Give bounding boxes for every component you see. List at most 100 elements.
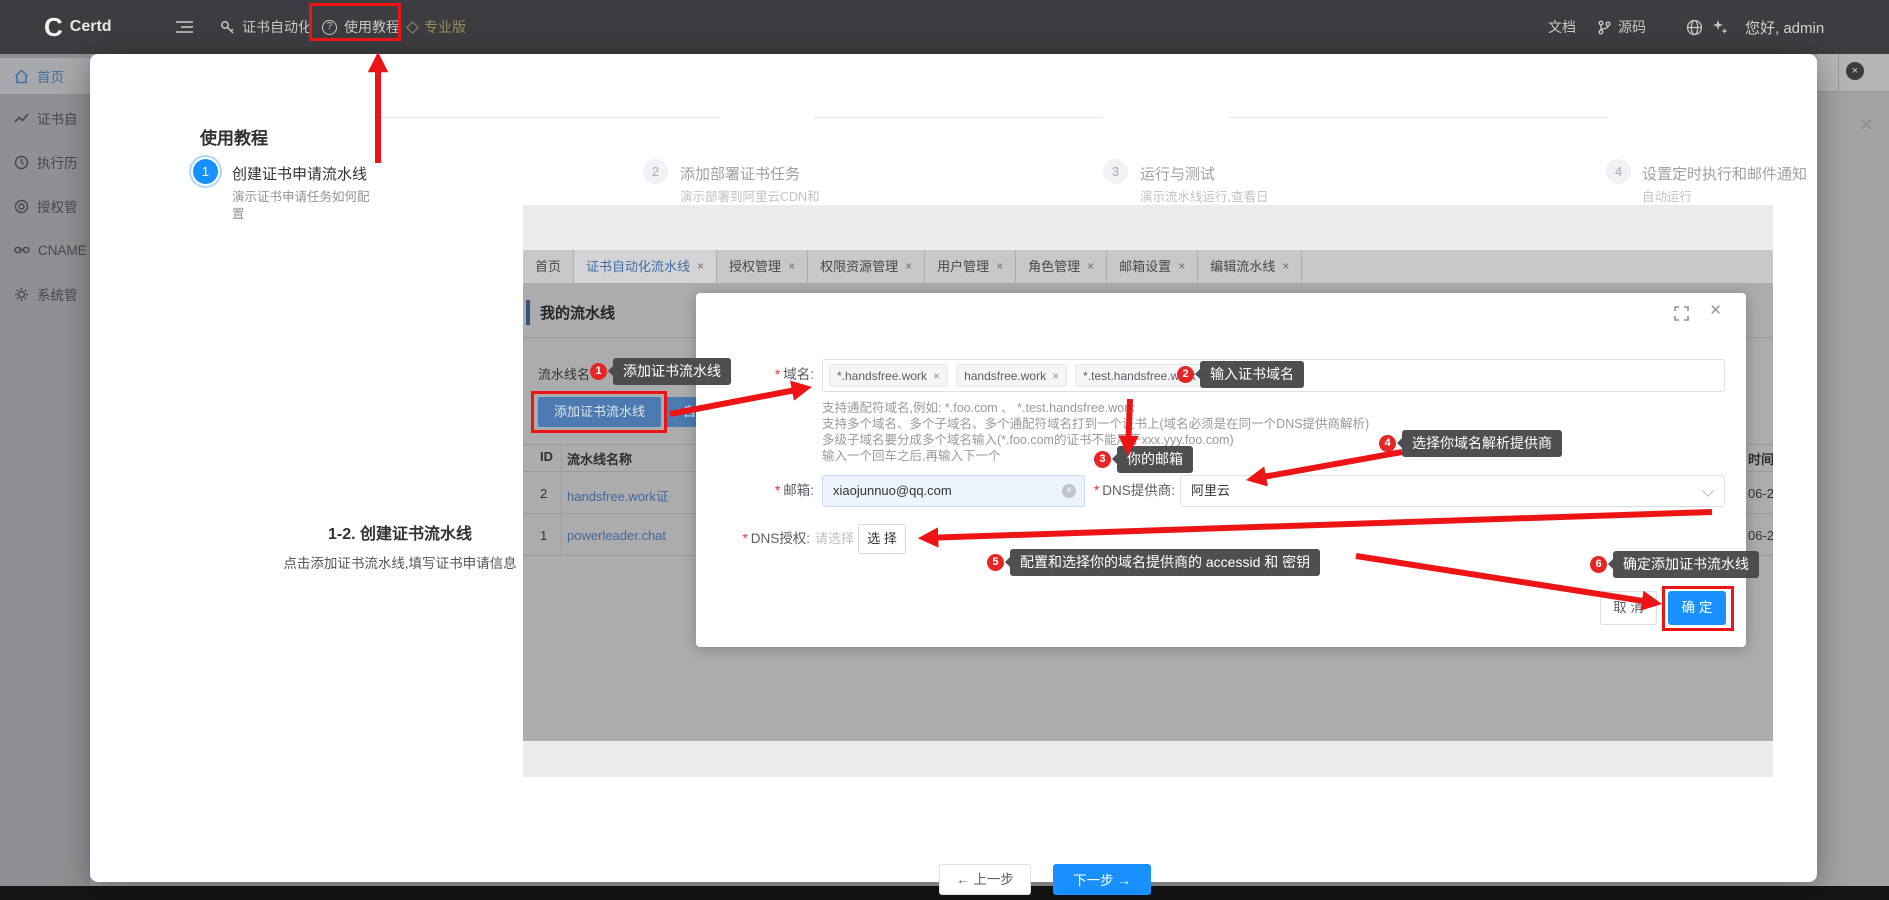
tab-label: 权限资源管理 (820, 250, 898, 283)
sidebar-collapse-button[interactable] (176, 0, 193, 54)
tab-home[interactable]: 首页 (523, 250, 574, 283)
prev-step-button[interactable]: ← 上一步 (939, 864, 1031, 895)
screenshot-tabbar: 首页 证书自动化流水线× 授权管理× 权限资源管理× 用户管理× 角色管理× 邮… (523, 250, 1773, 283)
step-2-title: 添加部署证书任务 (680, 163, 800, 184)
cancel-button[interactable]: 取 消 (1600, 591, 1657, 625)
tab-label: 邮箱设置 (1119, 250, 1171, 283)
tab-close-icon[interactable]: × (905, 250, 912, 283)
modal-close-icon[interactable]: × (1860, 112, 1873, 138)
col-header-time: 时间 (1748, 449, 1773, 468)
required-star: * (775, 483, 780, 498)
tab-permission[interactable]: 权限资源管理× (808, 250, 925, 283)
tab-authorization[interactable]: 授权管理× (717, 250, 808, 283)
step-4-indicator: 4 (1606, 159, 1631, 184)
email-label: *邮箱: (700, 475, 814, 507)
sparkles-icon (1712, 19, 1729, 36)
step-1-title: 创建证书申请流水线 (232, 163, 367, 184)
language-globe-button[interactable] (1686, 0, 1703, 54)
email-value: xiaojunnuo@qq.com (833, 476, 952, 506)
link-docs[interactable]: 文档 (1548, 0, 1576, 54)
sidebar-item-cname[interactable]: CNAME (0, 232, 90, 268)
tab-close-icon[interactable]: × (1178, 250, 1185, 283)
step-3-indicator: 3 (1103, 159, 1128, 184)
annotation-badge-6: 6 (1590, 556, 1607, 573)
home-icon (14, 69, 29, 84)
tab-label: 证书自动化流水线 (586, 250, 690, 283)
globe-icon (1686, 19, 1703, 36)
close-all-tabs-icon[interactable]: × (1846, 62, 1864, 80)
tab-close-icon[interactable]: × (996, 250, 1003, 283)
link-source-code[interactable]: 源码 (1598, 0, 1646, 54)
tab-label: 首页 (535, 250, 561, 283)
col-header-name: 流水线名称 (567, 449, 632, 468)
tab-close-icon[interactable]: × (697, 250, 704, 283)
tab-cert-pipeline[interactable]: 证书自动化流水线× (574, 250, 717, 283)
tab-close-icon[interactable]: × (1282, 250, 1289, 283)
row-time: 06-2 (1748, 486, 1773, 501)
nav-cert-automation[interactable]: 证书自动化 (220, 0, 312, 54)
annotation-badge-5: 5 (987, 554, 1004, 571)
pipeline-link[interactable]: powerleader.chat (567, 528, 666, 543)
user-greeting[interactable]: 您好, admin (1745, 0, 1824, 54)
greeting-label: 您好, admin (1745, 17, 1824, 38)
background-tab-divider (1838, 54, 1839, 92)
source-label: 源码 (1618, 17, 1646, 37)
dialog-close-icon[interactable]: × (1710, 300, 1721, 322)
pipeline-link[interactable]: handsfree.work证 (567, 486, 669, 505)
sidebar-item-cert-automation[interactable]: 证书自 (0, 100, 90, 136)
row-time: 06-2 (1748, 528, 1773, 543)
sidebar-label: CNAME (38, 243, 87, 258)
app-logo[interactable]: C Certd (44, 0, 112, 54)
tag-close-icon[interactable]: × (1052, 369, 1059, 383)
tab-users[interactable]: 用户管理× (925, 250, 1016, 283)
highlight-box-add-button (531, 391, 667, 433)
sidebar-label: 系统管 (37, 284, 78, 304)
step-2-indicator: 2 (643, 159, 668, 184)
tab-email-settings[interactable]: 邮箱设置× (1107, 250, 1198, 283)
tag-close-icon[interactable]: × (933, 369, 940, 383)
diamond-icon (406, 21, 419, 34)
tab-close-icon[interactable]: × (788, 250, 795, 283)
certd-logo-icon: C (44, 12, 63, 43)
tab-close-icon[interactable]: × (1087, 250, 1094, 283)
annotation-tooltip-1: 添加证书流水线 (613, 358, 731, 385)
panel-accent-bar (526, 300, 530, 325)
sidebar-item-authorization[interactable]: 授权管 (0, 188, 90, 224)
sidebar-label: 授权管 (37, 196, 78, 216)
panel-title: 我的流水线 (540, 302, 615, 323)
tab-label: 编辑流水线 (1210, 250, 1275, 283)
tag-text: handsfree.work (964, 369, 1046, 383)
link-icon (14, 244, 30, 256)
nav-cert-label: 证书自动化 (242, 17, 312, 37)
add-pipeline-dialog: × *域名: *.handsfree.work× handsfree.work×… (696, 293, 1746, 647)
table-col-divider (561, 444, 562, 556)
screenshot-bottom-strip (523, 741, 1773, 777)
nav-pro-label: 专业版 (424, 17, 466, 37)
dns-auth-select-button[interactable]: 选 择 (858, 524, 906, 554)
modal-title: 使用教程 (200, 124, 268, 149)
email-input[interactable]: xiaojunnuo@qq.com × (822, 475, 1085, 507)
key-icon (220, 20, 235, 35)
sidebar-item-home[interactable]: 首页 (0, 58, 90, 94)
tab-label: 授权管理 (729, 250, 781, 283)
nav-pro-edition[interactable]: 专业版 (408, 0, 466, 54)
tab-roles[interactable]: 角色管理× (1016, 250, 1107, 283)
fullscreen-icon[interactable] (1674, 306, 1689, 326)
step-4-desc: 自动运行 (1642, 189, 1692, 206)
sidebar-item-history[interactable]: 执行历 (0, 144, 90, 180)
docs-label: 文档 (1548, 17, 1576, 37)
tab-edit-pipeline[interactable]: 编辑流水线× (1198, 250, 1302, 283)
theme-sparkle-button[interactable] (1712, 0, 1729, 54)
sidebar-item-system[interactable]: 系统管 (0, 276, 90, 312)
dns-provider-select[interactable]: 阿里云 (1180, 475, 1725, 507)
annotation-badge-4: 4 (1379, 435, 1396, 452)
chevron-down-icon (1702, 485, 1713, 496)
filter-label: 流水线名 (538, 364, 590, 383)
gear-icon (14, 287, 29, 302)
row-id: 2 (540, 486, 547, 501)
dns-auth-placeholder: 请选择 (815, 524, 854, 554)
next-step-button[interactable]: 下一步 → (1053, 864, 1151, 895)
git-branch-icon (1598, 20, 1611, 35)
clock-icon (14, 155, 29, 170)
annotation-badge-3: 3 (1094, 451, 1111, 468)
